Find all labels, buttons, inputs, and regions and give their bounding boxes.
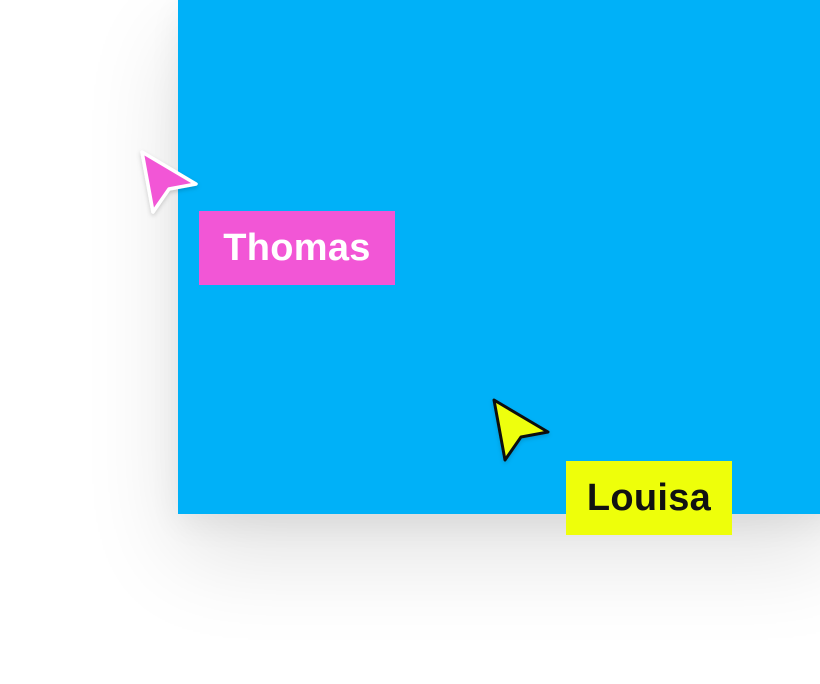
pointer-cursor-icon — [492, 398, 550, 462]
pointer-cursor-icon — [140, 150, 198, 214]
collaborator-name-tag-thomas: Thomas — [199, 211, 395, 285]
collaborator-name-louisa: Louisa — [586, 476, 712, 519]
collaborator-cursor-louisa — [490, 396, 550, 466]
design-canvas: Thomas Louisa — [0, 0, 820, 684]
collaborator-cursor-thomas — [138, 148, 198, 218]
collaborator-name-tag-louisa: Louisa — [566, 461, 732, 535]
collaborator-name-thomas: Thomas — [223, 226, 371, 269]
